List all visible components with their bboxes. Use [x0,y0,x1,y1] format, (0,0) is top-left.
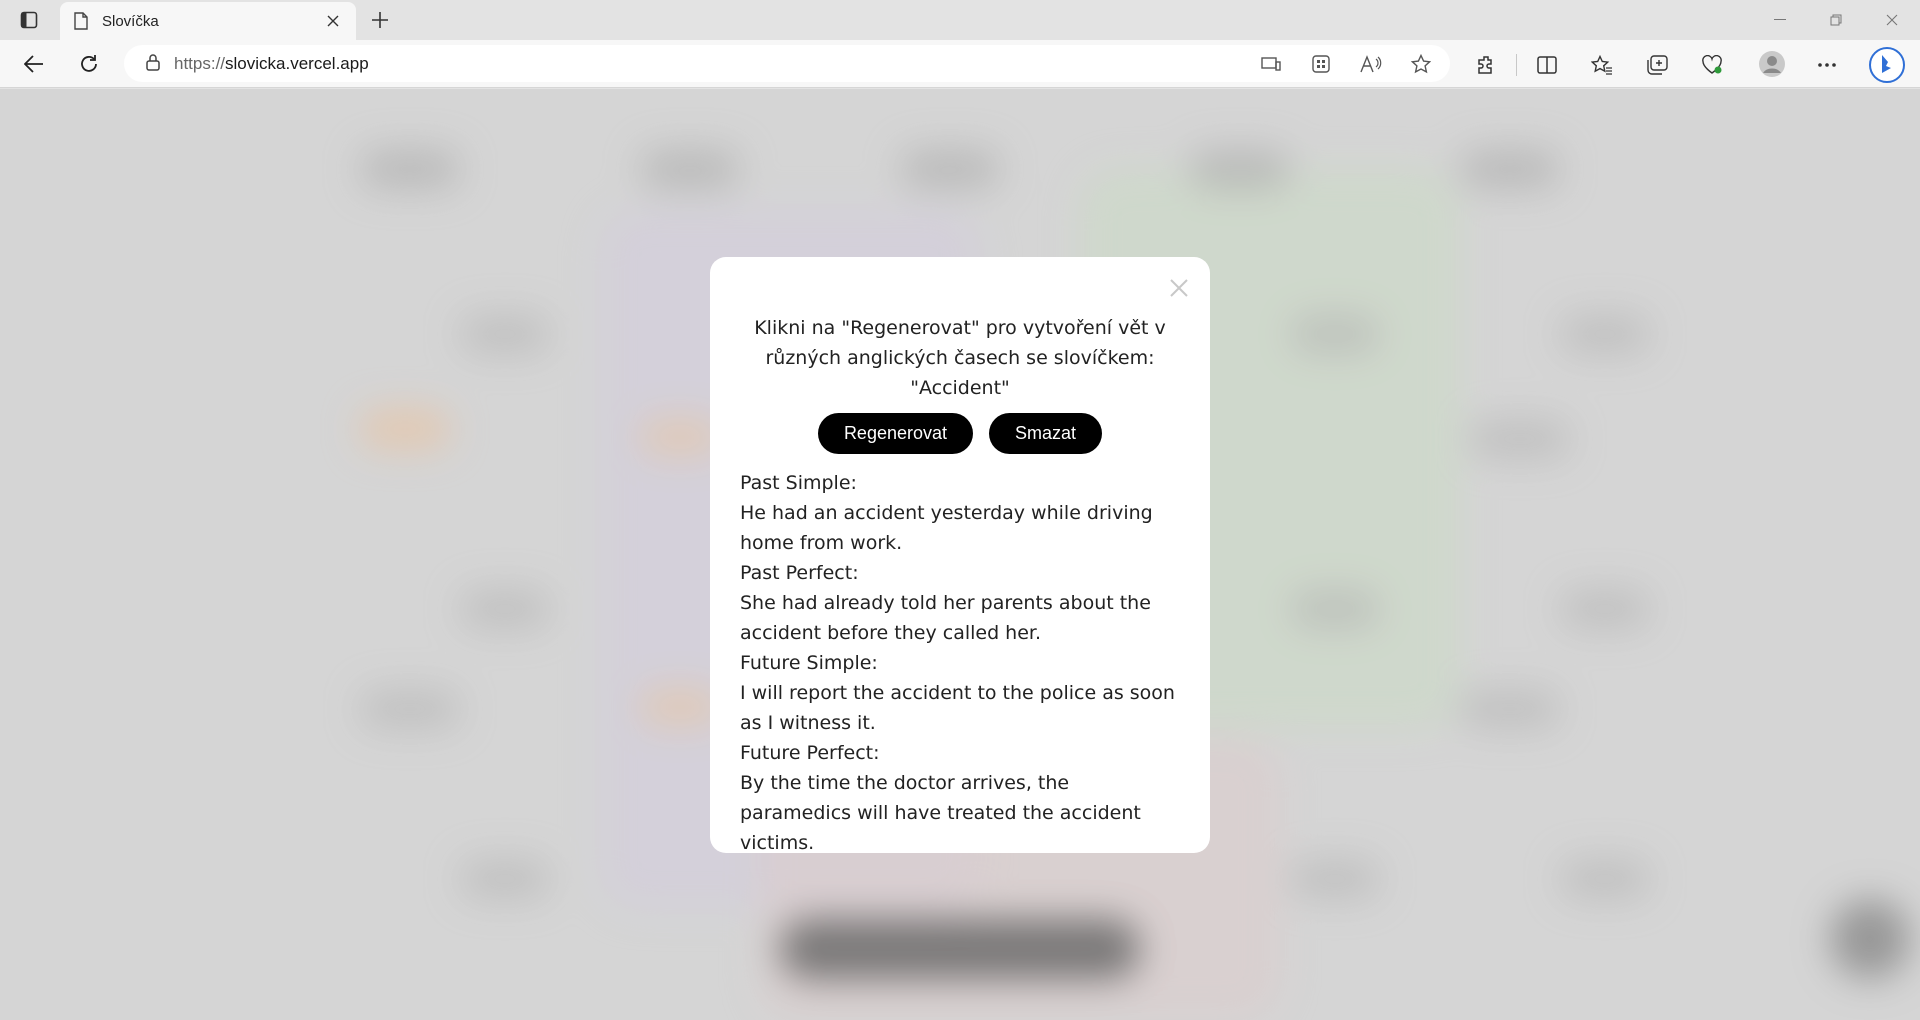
browser-essentials-icon[interactable] [1699,52,1725,78]
tense-label: Future Simple: [740,652,878,674]
favorite-star-icon[interactable] [1408,51,1434,77]
profile-avatar-icon[interactable] [1757,49,1787,79]
sentence-text: I will report the accident to the police… [740,682,1175,734]
results-list: Past Simple: He had an accident yesterda… [740,468,1180,858]
window-controls [1752,0,1920,40]
more-options-icon[interactable] [1814,52,1840,78]
device-icon[interactable] [1258,51,1284,77]
extensions-icon[interactable] [1473,52,1499,78]
minimize-icon[interactable] [1752,0,1808,40]
close-modal-icon[interactable] [1164,273,1194,303]
address-bar[interactable]: https://slovicka.vercel.app [124,45,1450,82]
tense-label: Future Perfect: [740,742,880,764]
tab-actions-icon[interactable] [18,9,40,31]
sentence-text: He had an accident yesterday while drivi… [740,502,1153,554]
prompt-word: "Accident" [910,377,1010,399]
modal-actions: Regenerovat Smazat [740,413,1180,454]
delete-button[interactable]: Smazat [989,413,1103,454]
favorites-icon[interactable] [1589,52,1615,78]
page-icon [72,11,90,31]
split-screen-icon[interactable] [1534,52,1560,78]
close-tab-icon[interactable] [322,10,344,32]
restore-icon[interactable] [1808,0,1864,40]
tense-label: Past Perfect: [740,562,859,584]
apps-icon[interactable] [1308,51,1334,77]
browser-toolbar: https://slovicka.vercel.app [0,40,1920,88]
refresh-icon[interactable] [73,48,105,80]
back-icon[interactable] [18,48,50,80]
prompt-line: různých anglických časech se slovíčkem: [765,347,1155,369]
sentence-text: She had already told her parents about t… [740,592,1151,644]
tab-title: Slovíčka [102,12,159,30]
read-aloud-icon[interactable] [1358,51,1384,77]
lock-icon[interactable] [146,53,160,75]
collections-icon[interactable] [1644,52,1670,78]
toolbar-divider [1516,54,1517,76]
sentences-modal: Klikni na "Regenerovat" pro vytvoření vě… [710,257,1210,854]
prompt-line: Klikni na "Regenerovat" pro vytvoření vě… [754,317,1166,339]
tense-label: Past Simple: [740,472,857,494]
browser-tab[interactable]: Slovíčka [60,2,356,40]
sentence-text: By the time the doctor arrives, the para… [740,772,1141,854]
modal-prompt: Klikni na "Regenerovat" pro vytvoření vě… [740,313,1180,403]
close-window-icon[interactable] [1864,0,1920,40]
url-text: https://slovicka.vercel.app [174,53,369,73]
bing-copilot-icon[interactable] [1868,46,1906,84]
tab-strip: Slovíčka [0,0,1920,40]
regenerate-button[interactable]: Regenerovat [817,413,974,454]
new-tab-button[interactable] [366,8,394,32]
